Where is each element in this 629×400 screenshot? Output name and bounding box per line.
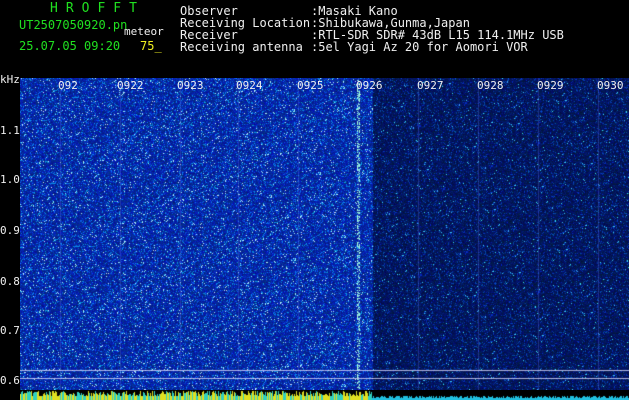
x-tick-2: 0923 [177,79,204,92]
y-tick-3: 0.8 [0,275,20,288]
x-tick-1: 0922 [117,79,144,92]
file-name: UT2507050920.pn [19,18,128,32]
x-tick-3: 0924 [236,79,263,92]
y-axis-unit: kHz [0,73,20,86]
x-tick-8: 0929 [537,79,564,92]
header-panel: HROFFT UT2507050920.pn meteor 25.07.05 0… [0,0,629,78]
x-tick-9: 0930 [597,79,624,92]
x-tick-6: 0927 [417,79,444,92]
y-tick-2: 0.9 [0,224,20,237]
echo-count: 75_ [140,39,162,53]
y-tick-0: 1.1 [0,124,20,137]
detection-tag: meteor [124,25,164,38]
signal-level-strip [20,390,629,400]
field-value-antenna: :5el Yagi Az 20 for Aomori VOR [311,40,528,54]
field-label-antenna: Receiving antenna [180,40,303,54]
x-tick-0: 092 [58,79,78,92]
y-tick-1: 1.0 [0,173,20,186]
x-tick-4: 0925 [297,79,324,92]
date-time: 25.07.05 09:20 [19,39,121,53]
y-tick-5: 0.6 [0,374,20,387]
signal-level-canvas [20,390,629,400]
spectrogram-canvas [20,78,629,390]
x-tick-5: 0926 [356,79,383,92]
app-brand: HROFFT [50,1,145,16]
y-tick-4: 0.7 [0,324,20,337]
x-tick-7: 0928 [477,79,504,92]
